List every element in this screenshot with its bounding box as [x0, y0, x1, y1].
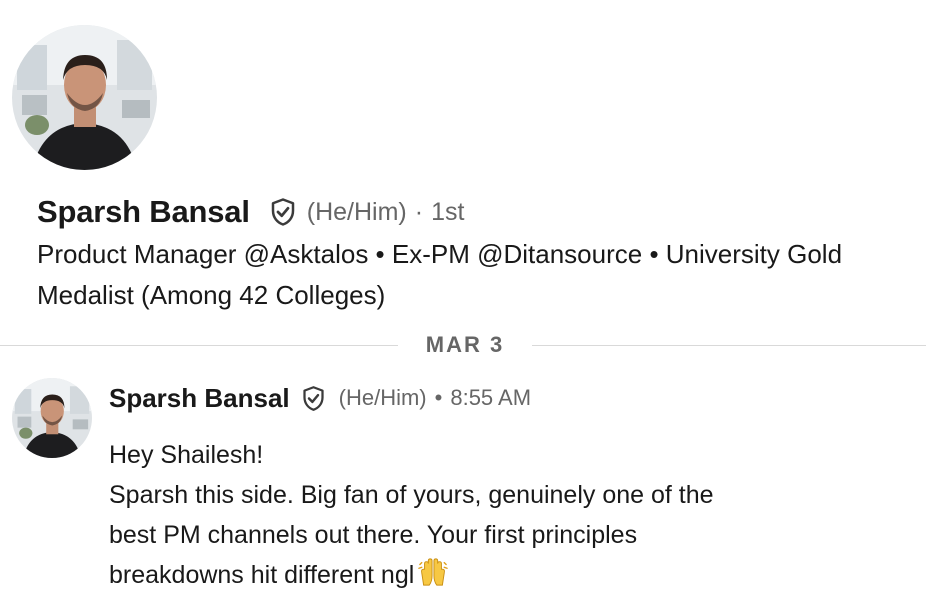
profile-name-line: Sparsh Bansal (He/Him) · 1st: [37, 190, 464, 234]
date-divider-label: MAR 3: [425, 332, 505, 357]
verified-shield-icon: [268, 197, 298, 227]
verified-shield-icon: [300, 385, 327, 412]
message-sender-name[interactable]: Sparsh Bansal: [109, 383, 290, 414]
date-divider-right: [532, 345, 926, 346]
message-sender-avatar[interactable]: [12, 378, 92, 458]
message-sender-pronouns: (He/Him): [338, 385, 427, 410]
message-line-text: breakdowns hit different ngl: [109, 561, 415, 589]
message-line: best PM channels out there. Your first p…: [109, 521, 638, 549]
profile-pronouns: (He/Him): [306, 197, 407, 226]
profile-separator: ·: [414, 197, 424, 226]
connection-degree: 1st: [431, 197, 465, 226]
raising-hands-icon: [418, 557, 449, 587]
profile-name[interactable]: Sparsh Bansal: [37, 194, 250, 230]
message-line: Hey Shailesh!: [109, 441, 264, 469]
profile-headline: Product Manager @Asktalos • Ex-PM @Ditan…: [37, 239, 843, 310]
message-line: Sparsh this side. Big fan of yours, genu…: [109, 481, 714, 509]
message-timestamp: 8:55 AM: [450, 385, 532, 410]
message-separator: •: [434, 385, 443, 410]
message-body: Hey Shailesh! Sparsh this side. Big fan …: [109, 435, 909, 595]
date-divider-left: [0, 345, 398, 346]
message-header: Sparsh Bansal (He/Him) • 8:55 AM: [109, 378, 531, 418]
message-line-last: breakdowns hit different ngl: [109, 555, 909, 595]
profile-avatar[interactable]: [12, 25, 157, 170]
